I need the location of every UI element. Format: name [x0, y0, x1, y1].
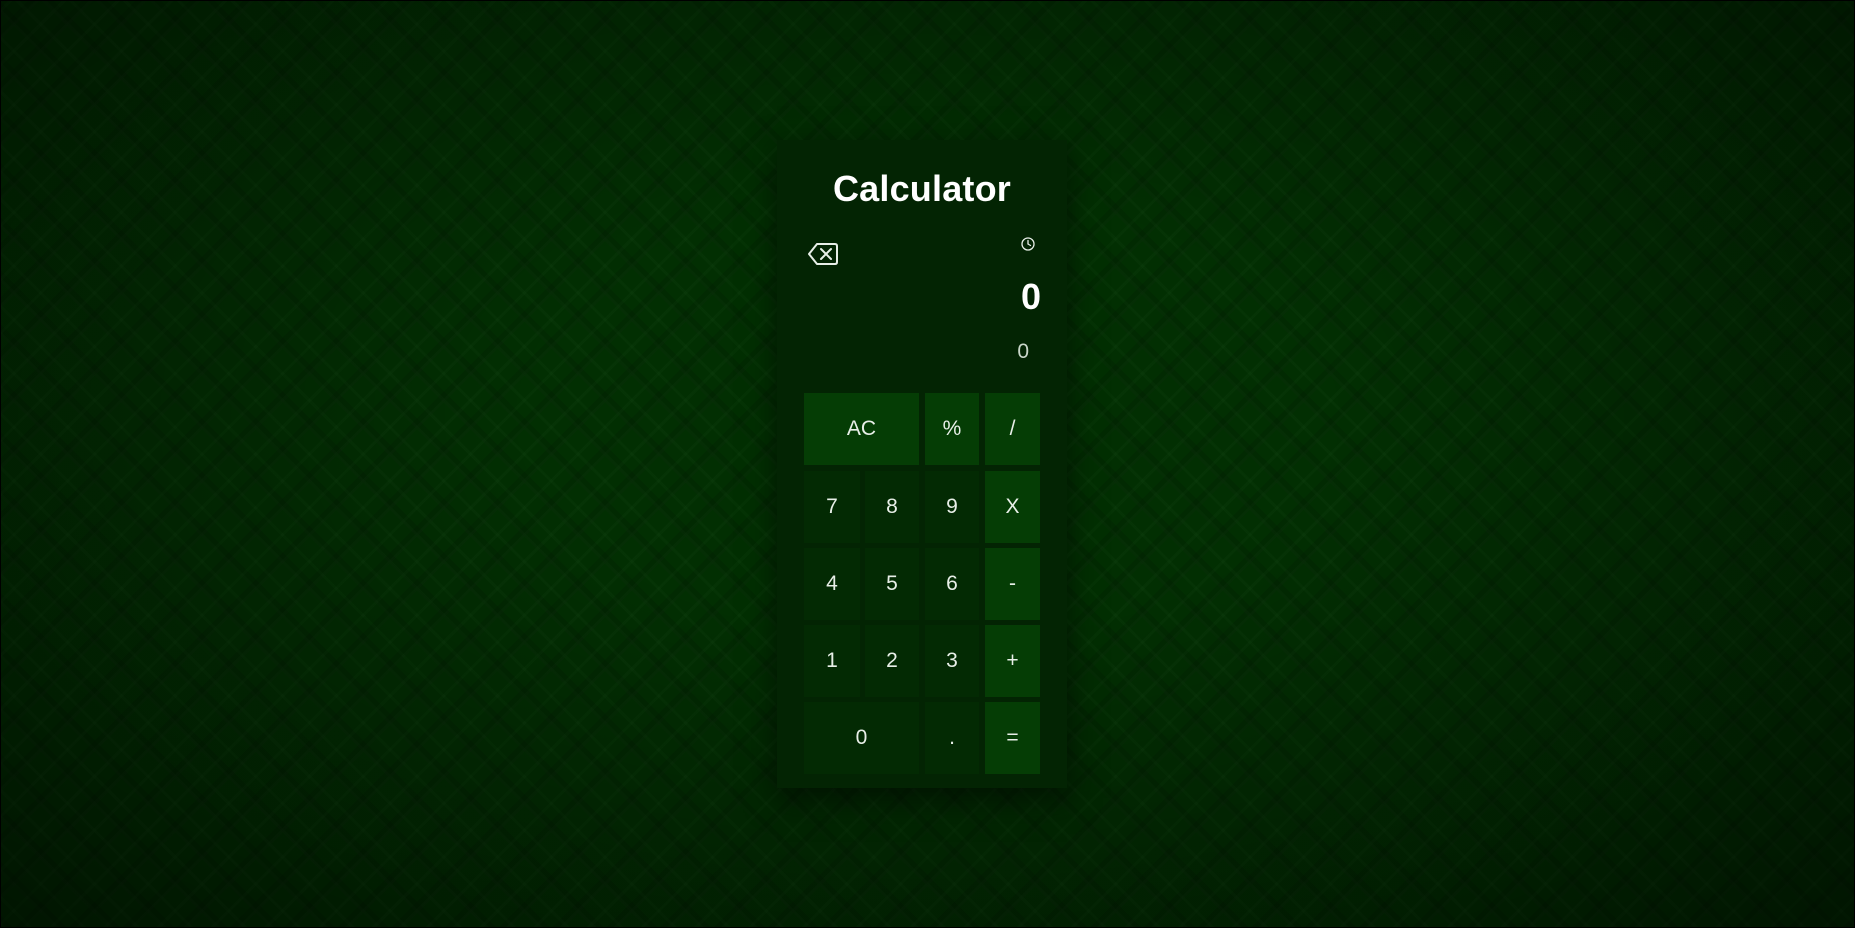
percent-button[interactable]: %: [925, 393, 979, 465]
keypad: AC % / 7 8 9 X 4 5 6 - 1 2 3 + 0 . =: [804, 393, 1040, 774]
digit-5-button[interactable]: 5: [865, 548, 919, 620]
multiply-button[interactable]: X: [985, 471, 1040, 543]
digit-4-button[interactable]: 4: [804, 548, 860, 620]
clear-button[interactable]: AC: [804, 393, 919, 465]
divide-button[interactable]: /: [985, 393, 1040, 465]
calculator-panel: Calculator 0 0 AC % / 7 8 9 X 4 5 6 - 1: [777, 140, 1067, 788]
display-secondary: 0: [1017, 340, 1029, 363]
digit-1-button[interactable]: 1: [804, 625, 860, 697]
digit-2-button[interactable]: 2: [865, 625, 919, 697]
app-title: Calculator: [832, 168, 1012, 209]
equals-button[interactable]: =: [985, 702, 1040, 774]
backspace-button[interactable]: [807, 240, 839, 268]
digit-0-button[interactable]: 0: [804, 702, 919, 774]
display-value: 0: [1020, 276, 1041, 317]
history-icon: [1021, 237, 1035, 251]
digit-8-button[interactable]: 8: [865, 471, 919, 543]
decimal-button[interactable]: .: [925, 702, 979, 774]
digit-6-button[interactable]: 6: [925, 548, 979, 620]
backspace-icon: [808, 243, 838, 265]
digit-9-button[interactable]: 9: [925, 471, 979, 543]
digit-7-button[interactable]: 7: [804, 471, 860, 543]
plus-button[interactable]: +: [985, 625, 1040, 697]
digit-3-button[interactable]: 3: [925, 625, 979, 697]
history-button[interactable]: [1020, 236, 1036, 252]
minus-button[interactable]: -: [985, 548, 1040, 620]
